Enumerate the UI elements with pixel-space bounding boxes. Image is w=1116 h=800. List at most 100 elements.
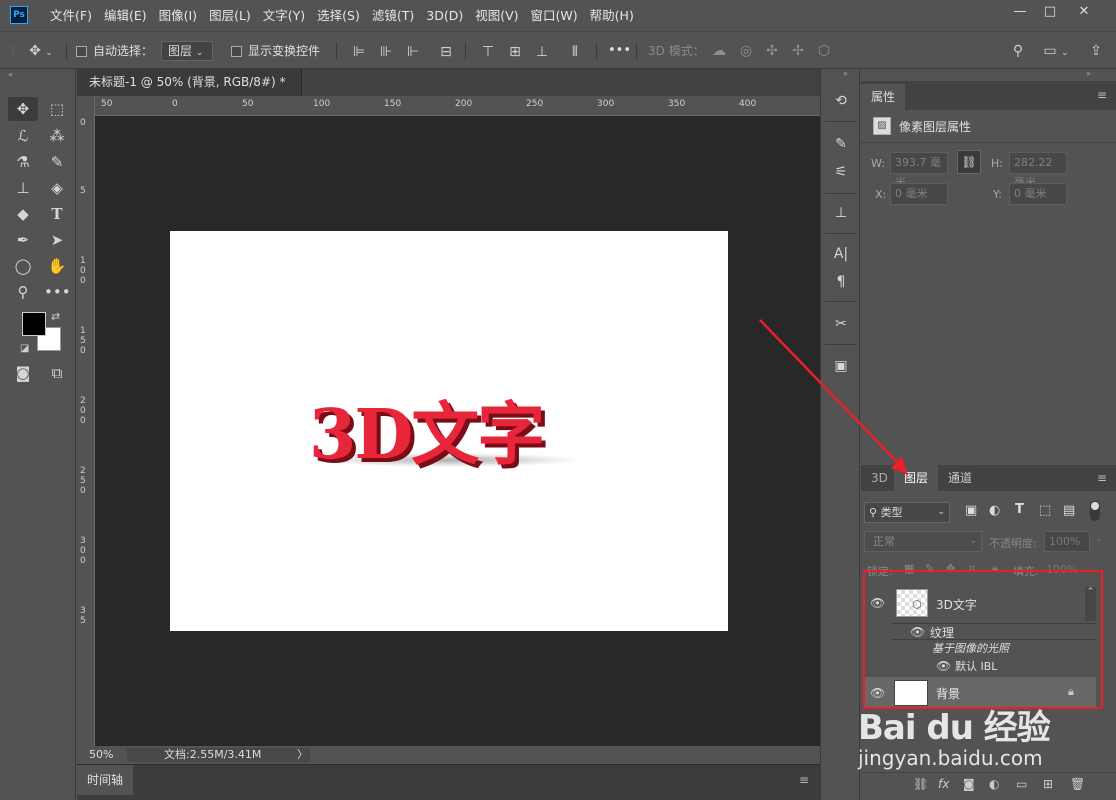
align-bottom-icon[interactable]: ⊥ [533,44,551,60]
collapse-arrows-icon[interactable]: « [843,69,848,78]
menu-file[interactable]: 文件(F) [44,0,98,31]
filter-type-icon[interactable]: T [1015,502,1024,517]
menu-help[interactable]: 帮助(H) [584,0,640,31]
zoom-level[interactable]: 50% [89,746,113,764]
workspace-icon[interactable]: ▭ ⌄ [1038,43,1074,59]
auto-select-checkbox[interactable]: 自动选择： [76,32,153,70]
type-tool-icon[interactable]: T [44,202,70,226]
filter-toggle[interactable] [1090,501,1100,521]
menu-filter[interactable]: 滤镜(T) [366,0,420,31]
opacity-field[interactable]: 100% [1044,531,1090,552]
more-tools-icon[interactable]: ••• [44,280,71,304]
magic-wand-icon[interactable]: ⁂ [44,124,70,148]
panel-menu-icon[interactable]: ≡ [1097,471,1107,485]
document-tab[interactable]: 未标题-1 @ 50% (背景, RGB/8#) * × [77,69,302,116]
adjustments-icon[interactable]: ⚟ [828,160,854,184]
default-colors-icon[interactable]: ◪ [20,343,29,354]
x-field[interactable]: 0 毫米 [890,183,948,205]
collapse-arrows-icon[interactable]: » [1086,69,1091,78]
minimize-button[interactable]: — [1004,0,1036,24]
align-top-icon[interactable]: ⊤ [479,44,497,60]
roll-3d-icon[interactable]: ◎ [737,43,755,59]
move-tool-icon[interactable]: ✥ ⌄ [22,32,60,70]
menu-view[interactable]: 视图(V) [469,0,524,31]
filter-adjust-icon[interactable]: ◐ [989,503,1000,518]
tab-channels[interactable]: 通道 [938,465,982,491]
menu-window[interactable]: 窗口(W) [525,0,584,31]
ruler-label: 200 [455,99,473,109]
filter-smart-icon[interactable]: ▤ [1063,503,1075,518]
ellipse-tool-icon[interactable]: ◯ [10,254,36,278]
panel-menu-icon[interactable]: ≡ [1097,88,1107,102]
timeline-tab[interactable]: 时间轴 [77,765,133,795]
slide-3d-icon[interactable]: ✢ [789,43,807,59]
tab-properties[interactable]: 属性 [861,84,906,110]
maximize-button[interactable]: □ [1034,0,1066,24]
delete-layer-icon[interactable]: 🗑︎ [1070,777,1085,791]
pan-3d-icon[interactable]: ✣ [763,43,781,59]
distribute-icon[interactable]: ⊟ [437,44,455,60]
add-mask-icon[interactable]: ◙ [963,777,975,791]
history-icon[interactable]: ⟲ [828,89,854,113]
search-icon[interactable]: ⚲ [1008,43,1028,59]
screen-mode-icon[interactable]: ⧉ [44,361,70,385]
hand-tool-icon[interactable]: ✋ [44,254,70,278]
swap-colors-icon[interactable]: ⇄ [51,310,60,323]
auto-select-dropdown[interactable]: 图层 ⌄ [161,41,213,61]
scale-3d-icon[interactable]: ⬡ [815,43,833,59]
filter-shape-icon[interactable]: ⬚ [1039,503,1051,518]
annotation-arrow [759,319,908,475]
brush-tool-icon[interactable]: ✎ [44,150,70,174]
status-menu-arrow[interactable]: 〉 [297,746,308,764]
blend-mode-dropdown[interactable]: 正常 ⌄ [864,531,982,552]
marquee-tool-icon[interactable]: ⬚ [44,97,70,121]
orbit-3d-icon[interactable]: ☁ [710,43,728,59]
new-adjustment-icon[interactable]: ◐ [989,777,999,791]
path-select-icon[interactable]: ➤ [44,228,70,252]
quick-mask-icon[interactable]: ◙ [10,361,36,385]
menu-image[interactable]: 图像(I) [153,0,203,31]
width-field[interactable]: 393.7 毫米 [890,152,948,189]
align-right-icon[interactable]: ⊩ [404,44,422,60]
brush-settings-icon[interactable]: ✎ [828,132,854,156]
share-icon[interactable]: ⇪ [1086,43,1106,59]
menu-3d[interactable]: 3D(D) [420,0,469,31]
separator [825,193,857,194]
eyedropper-icon[interactable]: ⚗ [10,150,36,174]
menu-edit[interactable]: 编辑(E) [98,0,153,31]
eraser-tool-icon[interactable]: ◈ [44,176,70,200]
move-tool-icon[interactable]: ✥ [10,97,36,121]
menu-layer[interactable]: 图层(L) [203,0,257,31]
panel-menu-icon[interactable]: ≡ [799,773,809,787]
pen-tool-icon[interactable]: ✒ [10,228,36,252]
align-left-icon[interactable]: ⊫ [350,44,368,60]
clone-source-icon[interactable]: ⊥ [828,201,854,225]
distribute-v-icon[interactable]: ⫴ [566,44,584,60]
paragraph-icon[interactable]: ¶ [828,270,854,294]
more-options-button[interactable]: ••• [608,32,631,70]
align-vcenter-icon[interactable]: ⊞ [506,44,524,60]
stamp-tool-icon[interactable]: ⊥ [10,176,36,200]
new-group-icon[interactable]: ▭ [1016,777,1027,791]
fill-tool-icon[interactable]: ◆ [10,202,36,226]
fx-icon[interactable]: fx [938,777,949,791]
lasso-tool-icon[interactable]: ℒ [10,124,36,148]
show-transform-checkbox[interactable]: 显示变换控件 [231,32,320,70]
new-layer-icon[interactable]: ⊞ [1043,777,1053,791]
chevron-down-icon[interactable]: ⌄ [1095,534,1103,544]
align-hcenter-icon[interactable]: ⊪ [377,44,395,60]
close-button[interactable]: ✕ [1068,0,1100,24]
y-field[interactable]: 0 毫米 [1009,183,1067,205]
filter-pixel-icon[interactable]: ▣ [965,503,977,518]
link-layers-icon[interactable]: ⛓ [913,777,928,791]
menu-type[interactable]: 文字(Y) [257,0,311,31]
collapse-arrows-icon[interactable]: « [8,69,68,81]
foreground-color-swatch[interactable] [22,312,46,336]
document-canvas[interactable]: 3D文字 3D文字 [170,231,728,631]
menu-select[interactable]: 选择(S) [311,0,366,31]
zoom-tool-icon[interactable]: ⚲ [10,280,36,304]
height-field[interactable]: 282.22 毫米 [1009,152,1067,189]
character-icon[interactable]: A| [828,242,854,266]
filter-kind-dropdown[interactable]: ⚲ 类型 ⌄ [864,502,950,523]
link-icon[interactable]: ⛓ [957,150,981,174]
